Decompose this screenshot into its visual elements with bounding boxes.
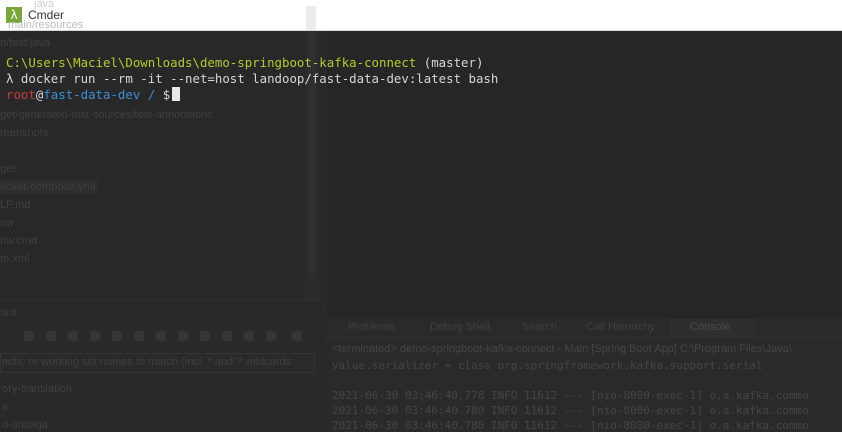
ghost-toolbar (24, 331, 309, 345)
ghost-tree-item: LP.md (0, 199, 31, 211)
ghost-console-line: value.serializer = class org.springframe… (332, 359, 763, 372)
ghost-tree-item: m.xml (0, 253, 30, 265)
ghost-tab: Problems (348, 321, 395, 333)
ghost-list-item: s (2, 401, 8, 413)
terminal-console[interactable]: n/test/java reenshots get/generated-test… (0, 31, 842, 432)
ghost-tree-item: get (0, 163, 16, 175)
cwd-line: C:\Users\Maciel\Downloads\demo-springboo… (6, 55, 483, 71)
prompt-symbol: $ (162, 87, 171, 102)
ghost-scrollbar-top (306, 6, 316, 30)
shell-prompt[interactable]: root@fast-data-dev / $ (6, 87, 181, 103)
ghost-list-item: ory-translation (2, 383, 72, 395)
text-cursor[interactable] (172, 87, 181, 101)
ghost-console-line: 2021-06-30 03:46:40.780 INFO 11612 --- [… (332, 419, 809, 432)
ghost-search-placeholder: ects, or working set names to match (inc… (2, 356, 292, 368)
ghost-tab: Debug Shell (430, 321, 490, 333)
ghost-title-fragment-2: main/resources (8, 19, 84, 31)
title-bar: λ Cmder java main/resources (0, 0, 842, 31)
cwd-path: C:\Users\Maciel\Downloads\demo-springboo… (6, 55, 417, 70)
ghost-tab: Search (522, 321, 557, 333)
ghost-tab-bar (326, 319, 842, 338)
ghost-tree-item: nw.cmd (0, 235, 38, 247)
ghost-tree-item: get/generated-test-sources/test-annotati… (0, 109, 213, 121)
ghost-separator (0, 299, 322, 300)
prompt-host: fast-data-dev (43, 87, 141, 102)
ghost-tab: Call Hierarchy (586, 321, 656, 333)
ghost-tree-item: n/test/java (0, 37, 51, 49)
git-branch: (master) (416, 55, 484, 70)
ghost-tree-item: nw (0, 217, 15, 229)
ghost-list-item: o-autoiga (2, 419, 48, 431)
prompt-user: root (6, 87, 36, 102)
ghost-tab: Console (690, 321, 731, 333)
ghost-console-line: 2021-06-30 03:46:40.778 INFO 11612 --- [… (332, 389, 809, 402)
ghost-console-line: 2021-06-30 03:46:40.780 INFO 11612 --- [… (332, 404, 809, 417)
ghost-title-fragment: java (34, 0, 55, 10)
ghost-tree-item: ocker-compose.yml (0, 181, 96, 193)
ghost-console-header: <terminated> demo-springboot-kafka-conne… (332, 343, 792, 355)
command-line: λ docker run --rm -it --net=host landoop… (6, 71, 499, 86)
ghost-panel-title: ard (0, 307, 16, 319)
ghost-tree-item: reenshots (0, 127, 49, 139)
prompt-dir: / (140, 87, 163, 102)
